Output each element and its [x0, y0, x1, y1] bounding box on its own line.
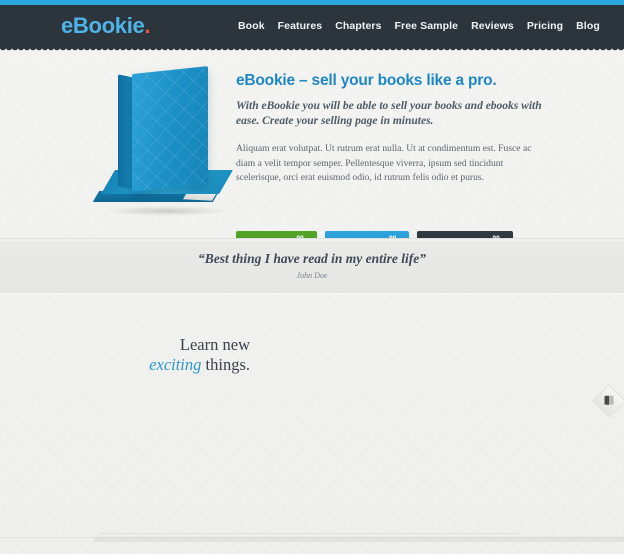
- nav-item-reviews[interactable]: Reviews: [471, 20, 514, 32]
- torn-paper-edge-line: [100, 533, 520, 534]
- book-cover: [132, 66, 208, 192]
- nav-item-pricing[interactable]: Pricing: [527, 20, 563, 32]
- nav-item-blog[interactable]: Blog: [576, 20, 600, 32]
- site-logo[interactable]: eBookie.: [61, 13, 151, 39]
- hero-subtitle: With eBookie you will be able to sell yo…: [236, 100, 542, 127]
- site-header: eBookie. Book Features Chapters Free Sam…: [0, 5, 624, 55]
- feature-1-heading-line1: Learn new: [179, 335, 250, 354]
- logo-text: eBookie: [61, 13, 145, 38]
- feature-row-learn: Learn new exciting things.: [0, 295, 624, 408]
- testimonial-quote: “Best thing I have read in my entire lif…: [198, 251, 426, 266]
- nav-item-book[interactable]: Book: [238, 20, 265, 32]
- feature-1-heading-accent: exciting: [149, 355, 202, 374]
- band-top-dotted-divider: [0, 239, 624, 241]
- testimonial-band: “Best thing I have read in my entire lif…: [0, 238, 624, 293]
- nav-item-free-sample[interactable]: Free Sample: [395, 20, 459, 32]
- nav-item-features[interactable]: Features: [278, 20, 323, 32]
- nav-item-chapters[interactable]: Chapters: [335, 20, 381, 32]
- logo-dot: .: [144, 13, 151, 38]
- feature-1-heading-line2: things.: [201, 355, 250, 374]
- hero-copy: eBookie – sell your books like a pro. Wi…: [236, 72, 546, 186]
- main-navigation: Book Features Chapters Free Sample Revie…: [238, 20, 600, 32]
- testimonial-author: John Doe: [296, 271, 328, 280]
- hero-section: eBookie – sell your books like a pro. Wi…: [0, 48, 624, 264]
- book-standing: [118, 66, 210, 192]
- feature-1-heading: Learn new exciting things.: [100, 335, 250, 375]
- page-bottom-edge: [0, 537, 624, 542]
- hero-book-illustration: [92, 66, 233, 220]
- hero-body-text: Aliquam erat volutpat. Ut rutrum erat nu…: [236, 143, 532, 183]
- hero-title: eBookie – sell your books like a pro.: [236, 72, 497, 89]
- features-section: Learn new exciting things. Aenean rhoncu…: [0, 295, 624, 552]
- landing-page: eBookie. Book Features Chapters Free Sam…: [0, 0, 624, 554]
